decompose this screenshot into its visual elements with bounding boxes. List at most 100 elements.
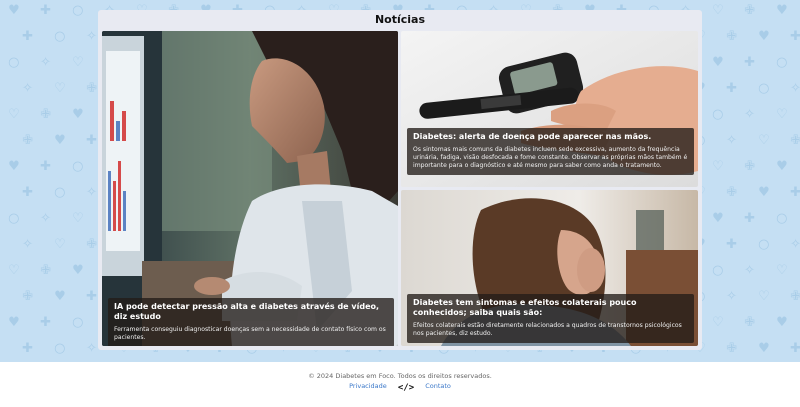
background-pattern-icon: ✧ — [22, 81, 34, 96]
background-pattern-icon: ○ — [712, 107, 724, 122]
news-section: Notícias IA pode detectar pressão alta e… — [98, 10, 702, 350]
background-pattern-icon: ✙ — [790, 133, 800, 148]
background-pattern-icon: ♡ — [54, 81, 66, 96]
background-pattern-icon: ♡ — [54, 237, 66, 252]
background-pattern-icon: ✧ — [40, 211, 52, 226]
background-pattern-icon: ✧ — [726, 133, 738, 148]
background-pattern-icon: ♡ — [712, 3, 724, 18]
background-pattern-icon: ✧ — [726, 289, 738, 304]
background-pattern-icon: ○ — [776, 211, 788, 226]
background-pattern-icon: ✙ — [86, 237, 98, 252]
background-pattern-icon: ✙ — [726, 185, 738, 200]
background-pattern-icon: ♥ — [72, 107, 84, 122]
background-pattern-icon: ○ — [54, 185, 66, 200]
background-pattern-icon: ♥ — [758, 185, 770, 200]
background-pattern-icon: ✚ — [86, 133, 98, 148]
background-pattern-icon: ○ — [8, 55, 20, 70]
background-pattern-icon: ♥ — [758, 341, 770, 356]
background-pattern-icon: ✧ — [744, 107, 756, 122]
background-pattern-icon: ✚ — [726, 81, 738, 96]
background-pattern-icon: ✚ — [22, 29, 34, 44]
code-icon: </> — [397, 383, 415, 393]
background-pattern-icon: ✙ — [726, 29, 738, 44]
background-pattern-icon: ✙ — [726, 341, 738, 356]
background-pattern-icon: ✚ — [40, 315, 52, 330]
background-pattern-icon: ♡ — [758, 133, 770, 148]
news-description: Os sintomas mais comuns da diabetes incl… — [413, 146, 688, 169]
background-pattern-icon: ♡ — [72, 211, 84, 226]
background-pattern-icon: ○ — [776, 55, 788, 70]
background-pattern-icon: ♥ — [8, 159, 20, 174]
background-pattern-icon: ✧ — [790, 237, 800, 252]
contact-link[interactable]: Contato — [425, 382, 451, 390]
background-pattern-icon: ✧ — [86, 185, 98, 200]
news-caption: IA pode detectar pressão alta e diabetes… — [108, 298, 394, 346]
background-pattern-icon: ✚ — [86, 289, 98, 304]
background-pattern-icon: ♡ — [72, 55, 84, 70]
news-description: Ferramenta conseguiu diagnosticar doença… — [114, 326, 386, 341]
news-title[interactable]: IA pode detectar pressão alta e diabetes… — [114, 302, 388, 322]
background-pattern-icon: ♡ — [712, 159, 724, 174]
background-pattern-icon: ✙ — [40, 107, 52, 122]
background-pattern-icon: ✚ — [744, 55, 756, 70]
news-card-ia[interactable]: IA pode detectar pressão alta e diabetes… — [102, 31, 398, 346]
privacy-link[interactable]: Privacidade — [349, 382, 387, 390]
background-pattern-icon: ✙ — [22, 289, 34, 304]
background-pattern-icon: ✚ — [744, 211, 756, 226]
background-pattern-icon: ✧ — [22, 237, 34, 252]
news-caption: Diabetes: alerta de doença pode aparecer… — [407, 128, 694, 175]
copyright-text: © 2024 Diabetes em Foco. Todos os direit… — [308, 372, 492, 380]
background-pattern-icon: ✧ — [86, 341, 98, 356]
background-pattern-icon: ♥ — [8, 315, 20, 330]
news-caption: Diabetes tem sintomas e efeitos colatera… — [407, 294, 694, 343]
background-pattern-icon: ♡ — [776, 107, 788, 122]
background-pattern-icon: ✚ — [40, 159, 52, 174]
background-pattern-icon: ♥ — [758, 29, 770, 44]
background-pattern-icon: ✙ — [40, 263, 52, 278]
background-pattern-icon: ♥ — [54, 133, 66, 148]
background-pattern-icon: ♥ — [8, 3, 20, 18]
background-pattern-icon: ○ — [758, 237, 770, 252]
background-pattern-icon: ♡ — [8, 263, 20, 278]
background-pattern-icon: ✙ — [744, 315, 756, 330]
background-pattern-icon: ♥ — [776, 159, 788, 174]
background-pattern-icon: ○ — [8, 211, 20, 226]
background-pattern-icon: ✧ — [40, 55, 52, 70]
background-pattern-icon: ○ — [758, 81, 770, 96]
background-pattern-icon: ♥ — [712, 55, 724, 70]
background-pattern-icon: ♡ — [712, 315, 724, 330]
background-pattern-icon: ♡ — [8, 107, 20, 122]
background-pattern-icon: ♡ — [776, 263, 788, 278]
background-pattern-icon: ♥ — [54, 289, 66, 304]
background-pattern-icon: ✙ — [86, 81, 98, 96]
background-pattern-icon: ○ — [72, 3, 84, 18]
background-pattern-icon: ♥ — [72, 263, 84, 278]
background-pattern-icon: ✙ — [744, 159, 756, 174]
background-pattern-icon: ✚ — [22, 185, 34, 200]
background-pattern-icon: ✚ — [726, 237, 738, 252]
news-card-hands[interactable]: Diabetes: alerta de doença pode aparecer… — [401, 31, 698, 187]
background-pattern-icon: ○ — [72, 315, 84, 330]
background-pattern-icon: ✧ — [744, 263, 756, 278]
background-pattern-icon: ✙ — [790, 289, 800, 304]
background-pattern-icon: ✚ — [790, 29, 800, 44]
background-pattern-icon: ✙ — [744, 3, 756, 18]
footer: © 2024 Diabetes em Foco. Todos os direit… — [0, 362, 800, 407]
news-title[interactable]: Diabetes: alerta de doença pode aparecer… — [413, 132, 688, 142]
background-pattern-icon: ♡ — [758, 289, 770, 304]
background-pattern-icon: ✚ — [790, 185, 800, 200]
footer-links: Privacidade </> Contato — [0, 382, 800, 393]
background-pattern-icon: ✚ — [40, 3, 52, 18]
background-pattern-icon: ✚ — [790, 341, 800, 356]
background-pattern-icon: ○ — [712, 263, 724, 278]
background-pattern-icon: ✙ — [22, 133, 34, 148]
background-pattern-icon: ✧ — [790, 81, 800, 96]
background-pattern-icon: ♥ — [776, 315, 788, 330]
section-title: Notícias — [374, 13, 426, 26]
background-pattern-icon: ✧ — [86, 29, 98, 44]
background-pattern-icon: ○ — [54, 341, 66, 356]
background-pattern-icon: ♥ — [712, 211, 724, 226]
background-pattern-icon: ○ — [54, 29, 66, 44]
news-title[interactable]: Diabetes tem sintomas e efeitos colatera… — [413, 298, 688, 318]
news-card-side-effects[interactable]: Diabetes tem sintomas e efeitos colatera… — [401, 190, 698, 346]
